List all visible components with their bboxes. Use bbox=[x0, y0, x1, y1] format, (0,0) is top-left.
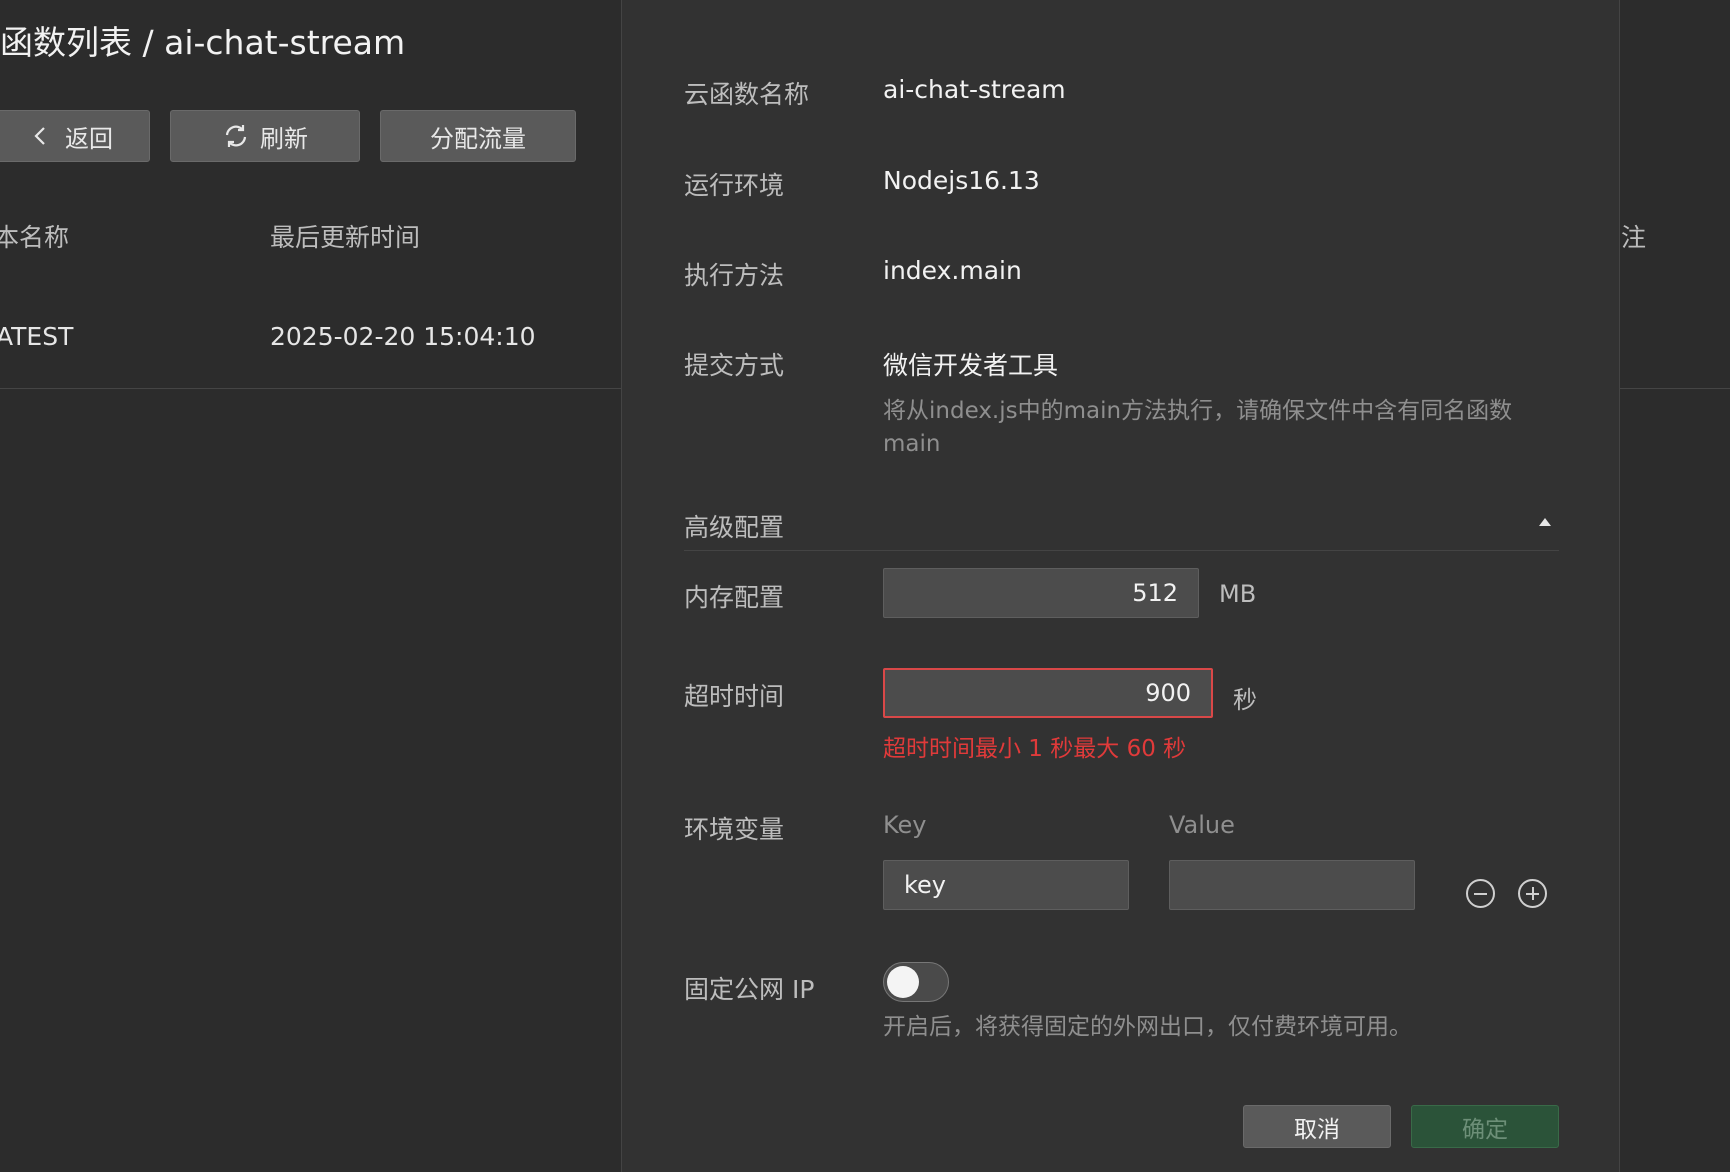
back-button-label: 返回 bbox=[65, 124, 113, 153]
remove-env-var-button[interactable] bbox=[1466, 879, 1495, 908]
table-cell-version: ATEST bbox=[0, 322, 74, 351]
env-key-header: Key bbox=[883, 811, 927, 839]
handler-value: index.main bbox=[883, 256, 1022, 285]
handler-hint: 将从index.js中的main方法执行，请确保文件中含有同名函数 main bbox=[883, 398, 1513, 457]
timeout-input[interactable] bbox=[883, 668, 1213, 718]
fixed-ip-toggle[interactable] bbox=[883, 962, 949, 1002]
timeout-label: 超时时间 bbox=[684, 682, 785, 711]
advanced-config-toggle[interactable]: 高级配置 bbox=[684, 508, 784, 544]
table-cell-updated-at: 2025-02-20 15:04:10 bbox=[270, 322, 536, 351]
caret-up-icon[interactable] bbox=[1539, 518, 1551, 526]
column-header-remark: 注 bbox=[1621, 223, 1647, 252]
confirm-button[interactable]: 确定 bbox=[1411, 1105, 1559, 1148]
env-vars-label: 环境变量 bbox=[684, 815, 785, 844]
page: 函数列表 / ai-chat-stream 返回 刷新 分配流量 本名称 最后更… bbox=[0, 0, 1730, 1172]
env-value-input[interactable] bbox=[1169, 860, 1415, 910]
refresh-icon bbox=[225, 125, 247, 147]
memory-unit: MB bbox=[1219, 580, 1257, 608]
env-key-input[interactable] bbox=[883, 860, 1129, 910]
memory-label: 内存配置 bbox=[684, 583, 785, 612]
timeout-error-message: 超时时间最小 1 秒最大 60 秒 bbox=[883, 736, 1187, 762]
back-button[interactable]: 返回 bbox=[0, 110, 150, 162]
submit-method-label: 提交方式 bbox=[684, 351, 785, 380]
function-name-value: ai-chat-stream bbox=[883, 75, 1066, 104]
allocate-traffic-button-label: 分配流量 bbox=[430, 124, 526, 153]
column-header-last-updated: 最后更新时间 bbox=[270, 223, 421, 252]
fixed-ip-label: 固定公网 IP bbox=[684, 975, 815, 1004]
advanced-divider bbox=[684, 550, 1559, 551]
env-value-header: Value bbox=[1169, 811, 1235, 839]
refresh-button[interactable]: 刷新 bbox=[170, 110, 360, 162]
allocate-traffic-button[interactable]: 分配流量 bbox=[380, 110, 576, 162]
runtime-label: 运行环境 bbox=[684, 171, 785, 200]
add-env-var-button[interactable] bbox=[1518, 879, 1547, 908]
edit-config-dialog: 云函数名称 ai-chat-stream 运行环境 Nodejs16.13 执行… bbox=[621, 0, 1620, 1172]
fixed-ip-hint: 开启后，将获得固定的外网出口，仅付费环境可用。 bbox=[883, 1014, 1412, 1040]
handler-label: 执行方法 bbox=[684, 261, 785, 290]
submit-method-value: 微信开发者工具 bbox=[883, 351, 1059, 380]
chevron-left-icon bbox=[34, 127, 45, 145]
minus-icon bbox=[1474, 893, 1487, 895]
toggle-knob bbox=[887, 966, 919, 998]
refresh-button-label: 刷新 bbox=[260, 124, 308, 153]
memory-input[interactable] bbox=[883, 568, 1199, 618]
timeout-unit: 秒 bbox=[1233, 686, 1257, 714]
function-name-label: 云函数名称 bbox=[684, 80, 810, 109]
column-header-version-name: 本名称 bbox=[0, 223, 70, 252]
page-title: 函数列表 / ai-chat-stream bbox=[0, 23, 406, 62]
cancel-button[interactable]: 取消 bbox=[1243, 1105, 1391, 1148]
runtime-value: Nodejs16.13 bbox=[883, 166, 1040, 195]
